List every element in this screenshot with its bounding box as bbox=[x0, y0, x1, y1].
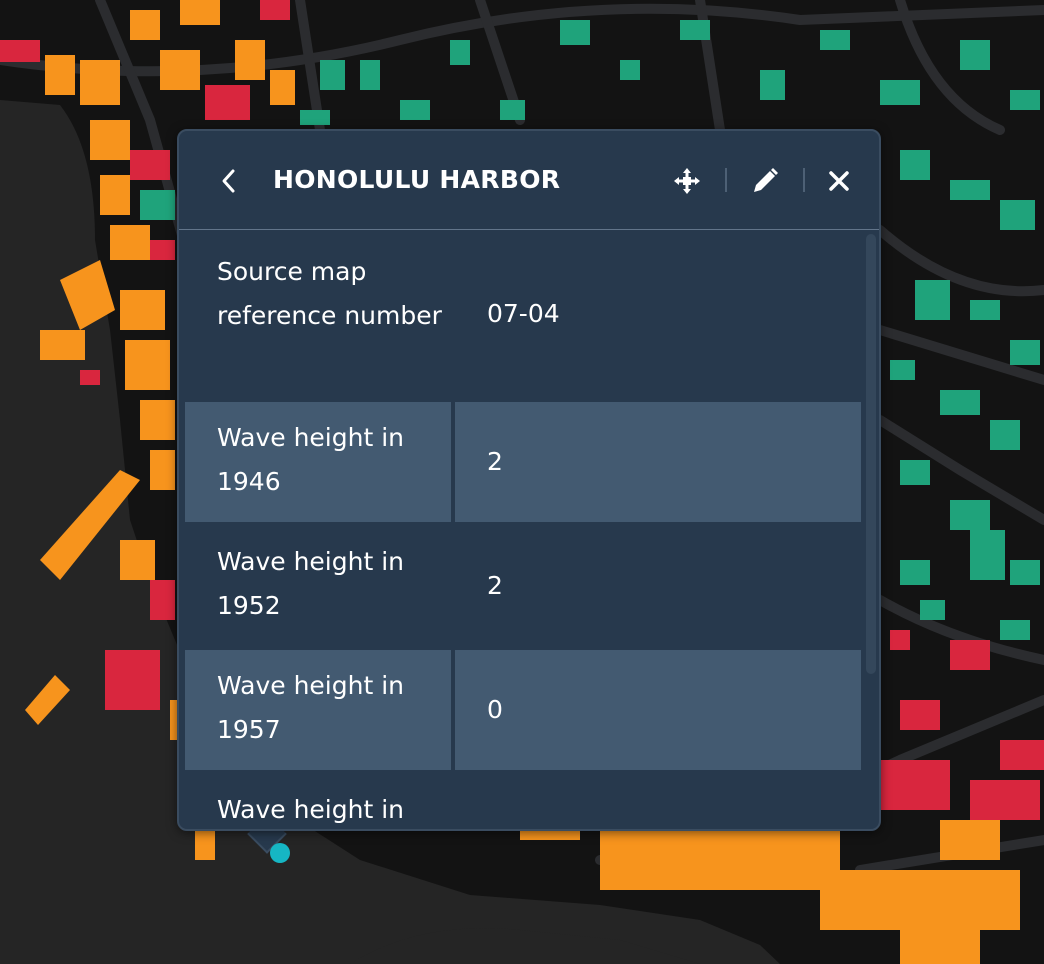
table-row: Wave height in 5 bbox=[185, 774, 861, 829]
back-button[interactable] bbox=[209, 161, 249, 201]
table-row: Source map reference number 07-04 bbox=[185, 230, 861, 398]
chevron-left-icon bbox=[222, 169, 235, 193]
table-row: Wave height in 1952 2 bbox=[185, 526, 861, 646]
scrollbar-thumb[interactable] bbox=[866, 234, 876, 674]
attribute-value: 2 bbox=[487, 571, 503, 600]
scrollbar[interactable] bbox=[863, 230, 879, 829]
attribute-label: Wave height in 1957 bbox=[185, 650, 451, 770]
attribute-label: Wave height in 1946 bbox=[185, 402, 451, 522]
close-button[interactable] bbox=[817, 159, 861, 203]
attribute-label: Wave height in 1952 bbox=[217, 547, 404, 620]
popup-title: HONOLULU HARBOR bbox=[273, 165, 561, 194]
popup-header: HONOLULU HARBOR bbox=[179, 131, 879, 230]
attribute-value: 07-04 bbox=[487, 299, 560, 328]
header-divider bbox=[725, 168, 727, 192]
attribute-table[interactable]: Source map reference number 07-04 Wave h… bbox=[179, 230, 879, 829]
close-icon bbox=[829, 171, 849, 191]
table-row: Wave height in 1946 2 bbox=[185, 402, 861, 522]
move-icon bbox=[674, 168, 700, 194]
attribute-label: Wave height in bbox=[217, 795, 404, 824]
move-button[interactable] bbox=[665, 159, 709, 203]
attribute-value: 2 bbox=[455, 402, 861, 522]
location-marker[interactable] bbox=[270, 843, 290, 863]
pencil-icon bbox=[754, 168, 778, 192]
attribute-value: 0 bbox=[455, 650, 861, 770]
header-divider bbox=[803, 168, 805, 192]
attribute-value: 5 bbox=[455, 774, 861, 829]
attribute-label: Source map reference number bbox=[217, 257, 442, 330]
table-row: Wave height in 1957 0 bbox=[185, 650, 861, 770]
edit-button[interactable] bbox=[743, 159, 787, 203]
feature-popup: HONOLULU HARBOR Source map reference num… bbox=[177, 129, 881, 831]
